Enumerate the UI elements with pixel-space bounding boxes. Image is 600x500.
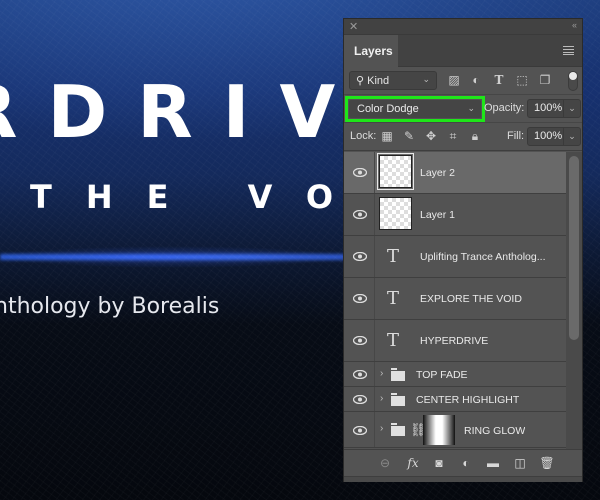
layer-name[interactable]: HYPERDRIVE: [420, 335, 488, 347]
delete-icon[interactable]: 🗑︎: [539, 456, 555, 470]
visibility-column: [344, 387, 375, 411]
layer-row[interactable]: T EXPLORE THE VOID: [344, 278, 566, 320]
adjustment-filter-icon[interactable]: ◐: [469, 73, 483, 87]
layer-list: Layer 2 Layer 1 T Uplifting Trance Antho…: [344, 152, 566, 449]
close-icon[interactable]: ✕: [349, 20, 358, 33]
tab-layers[interactable]: Layers: [344, 35, 398, 67]
visibility-column: [344, 412, 375, 447]
visibility-column: [344, 278, 375, 319]
type-layer-icon: T: [387, 330, 400, 351]
eye-icon[interactable]: [353, 294, 367, 303]
canvas-credit: nthology by Borealis: [0, 294, 220, 319]
visibility-column: [344, 236, 375, 277]
add-mask-icon[interactable]: ◙: [431, 456, 447, 470]
eye-icon[interactable]: [353, 168, 367, 177]
lock-row: Lock: ▦ ✎ ✥ ⌗ 🔒︎ Fill: 100% ⌄: [344, 123, 582, 151]
layer-row[interactable]: Layer 1: [344, 194, 566, 236]
scrollbar-thumb[interactable]: [569, 156, 579, 340]
eye-icon[interactable]: [353, 210, 367, 219]
mask-thumbnail[interactable]: [423, 415, 455, 445]
layer-row[interactable]: Layer 2: [344, 152, 566, 194]
lock-position-icon[interactable]: ✥: [424, 129, 438, 143]
panel-footer: ⊖ fx ◙ ◐ ▬ ◫ 🗑︎: [344, 449, 582, 476]
chevron-down-icon: ⌄: [422, 74, 430, 84]
link-layers-icon[interactable]: ⊖: [377, 456, 393, 470]
new-group-icon[interactable]: ▬: [485, 456, 501, 470]
opacity-label[interactable]: Opacity:: [484, 102, 524, 114]
panel-title-bar[interactable]: ✕ ‹‹: [344, 19, 582, 35]
layer-list-scrollbar[interactable]: [566, 152, 582, 449]
layer-name[interactable]: TOP FADE: [416, 369, 468, 381]
type-filter-icon[interactable]: T: [492, 73, 506, 87]
folder-icon: [391, 393, 405, 406]
lock-transparent-icon[interactable]: ▦: [380, 129, 394, 143]
opacity-field[interactable]: 100% ⌄: [527, 99, 581, 118]
chevron-right-icon[interactable]: ›: [380, 423, 383, 434]
layer-thumbnail: [377, 153, 414, 190]
blend-row: Color Dodge ⌄ Opacity: 100% ⌄: [344, 95, 582, 123]
layer-name[interactable]: Layer 2: [420, 167, 455, 179]
layer-name[interactable]: Uplifting Trance Antholog...: [420, 251, 546, 263]
fill-label[interactable]: Fill:: [507, 130, 524, 142]
visibility-column: [344, 152, 375, 193]
canvas-headline: RDRIV: [0, 70, 366, 154]
chevron-down-icon[interactable]: ⌄: [563, 128, 580, 145]
image-filter-icon[interactable]: ▨: [447, 73, 461, 87]
chevron-right-icon[interactable]: ›: [380, 393, 383, 404]
eye-icon[interactable]: [353, 426, 367, 435]
eye-icon[interactable]: [353, 252, 367, 261]
smart-object-filter-icon[interactable]: ❐: [538, 73, 552, 87]
chevron-right-icon[interactable]: ›: [380, 368, 383, 379]
collapse-icon[interactable]: ‹‹: [572, 20, 577, 30]
layer-name[interactable]: CENTER HIGHLIGHT: [416, 394, 519, 406]
layer-group-row[interactable]: › CENTER HIGHLIGHT: [344, 387, 566, 412]
visibility-column: [344, 362, 375, 386]
layers-panel: ✕ ‹‹ Layers ⚲ Kind ⌄ ▨ ◐ T ⬚ ❐ Color Dod…: [343, 18, 583, 482]
ring-glow-line: [0, 254, 345, 260]
panel-tab-row: Layers: [344, 35, 582, 67]
visibility-column: [344, 194, 375, 235]
adjustment-layer-icon[interactable]: ◐: [458, 456, 474, 470]
layer-group-row[interactable]: › TOP FADE: [344, 362, 566, 387]
fill-value: 100%: [534, 130, 563, 142]
lock-artboard-icon[interactable]: ⌗: [446, 129, 460, 143]
fill-field[interactable]: 100% ⌄: [527, 127, 581, 146]
filter-row: ⚲ Kind ⌄ ▨ ◐ T ⬚ ❐: [344, 67, 582, 95]
eye-icon[interactable]: [353, 395, 367, 404]
blend-mode-select[interactable]: Color Dodge ⌄: [345, 96, 485, 122]
filter-kind-select[interactable]: ⚲ Kind ⌄: [349, 71, 437, 90]
visibility-column: [344, 320, 375, 361]
folder-icon: [391, 423, 405, 436]
panel-resize-handle[interactable]: [344, 476, 582, 482]
eye-icon[interactable]: [353, 336, 367, 345]
blend-mode-value: Color Dodge: [357, 103, 419, 115]
filter-toggle[interactable]: [568, 71, 578, 91]
chevron-down-icon[interactable]: ⌄: [563, 100, 580, 117]
folder-icon: [391, 368, 405, 381]
layer-name[interactable]: Layer 1: [420, 209, 455, 221]
type-layer-icon: T: [387, 288, 400, 309]
layer-thumbnail: [379, 197, 412, 230]
chevron-down-icon: ⌄: [467, 103, 475, 113]
layer-name[interactable]: RING GLOW: [464, 425, 525, 437]
lock-label: Lock:: [350, 130, 377, 142]
shape-filter-icon[interactable]: ⬚: [515, 73, 529, 87]
layer-row[interactable]: T HYPERDRIVE: [344, 320, 566, 362]
layer-row[interactable]: T Uplifting Trance Antholog...: [344, 236, 566, 278]
panel-menu-icon[interactable]: [563, 46, 574, 55]
layer-group-row[interactable]: › ⛓ RING GLOW: [344, 412, 566, 448]
kind-label: Kind: [367, 75, 390, 87]
type-layer-icon: T: [387, 246, 400, 267]
lock-image-icon[interactable]: ✎: [402, 129, 416, 143]
search-icon: ⚲: [356, 75, 365, 87]
layer-name[interactable]: EXPLORE THE VOID: [420, 293, 522, 305]
lock-all-icon[interactable]: 🔒︎: [468, 129, 482, 143]
new-layer-icon[interactable]: ◫: [512, 456, 528, 470]
fx-icon[interactable]: fx: [405, 456, 421, 470]
opacity-value: 100%: [534, 102, 563, 114]
eye-icon[interactable]: [353, 370, 367, 379]
